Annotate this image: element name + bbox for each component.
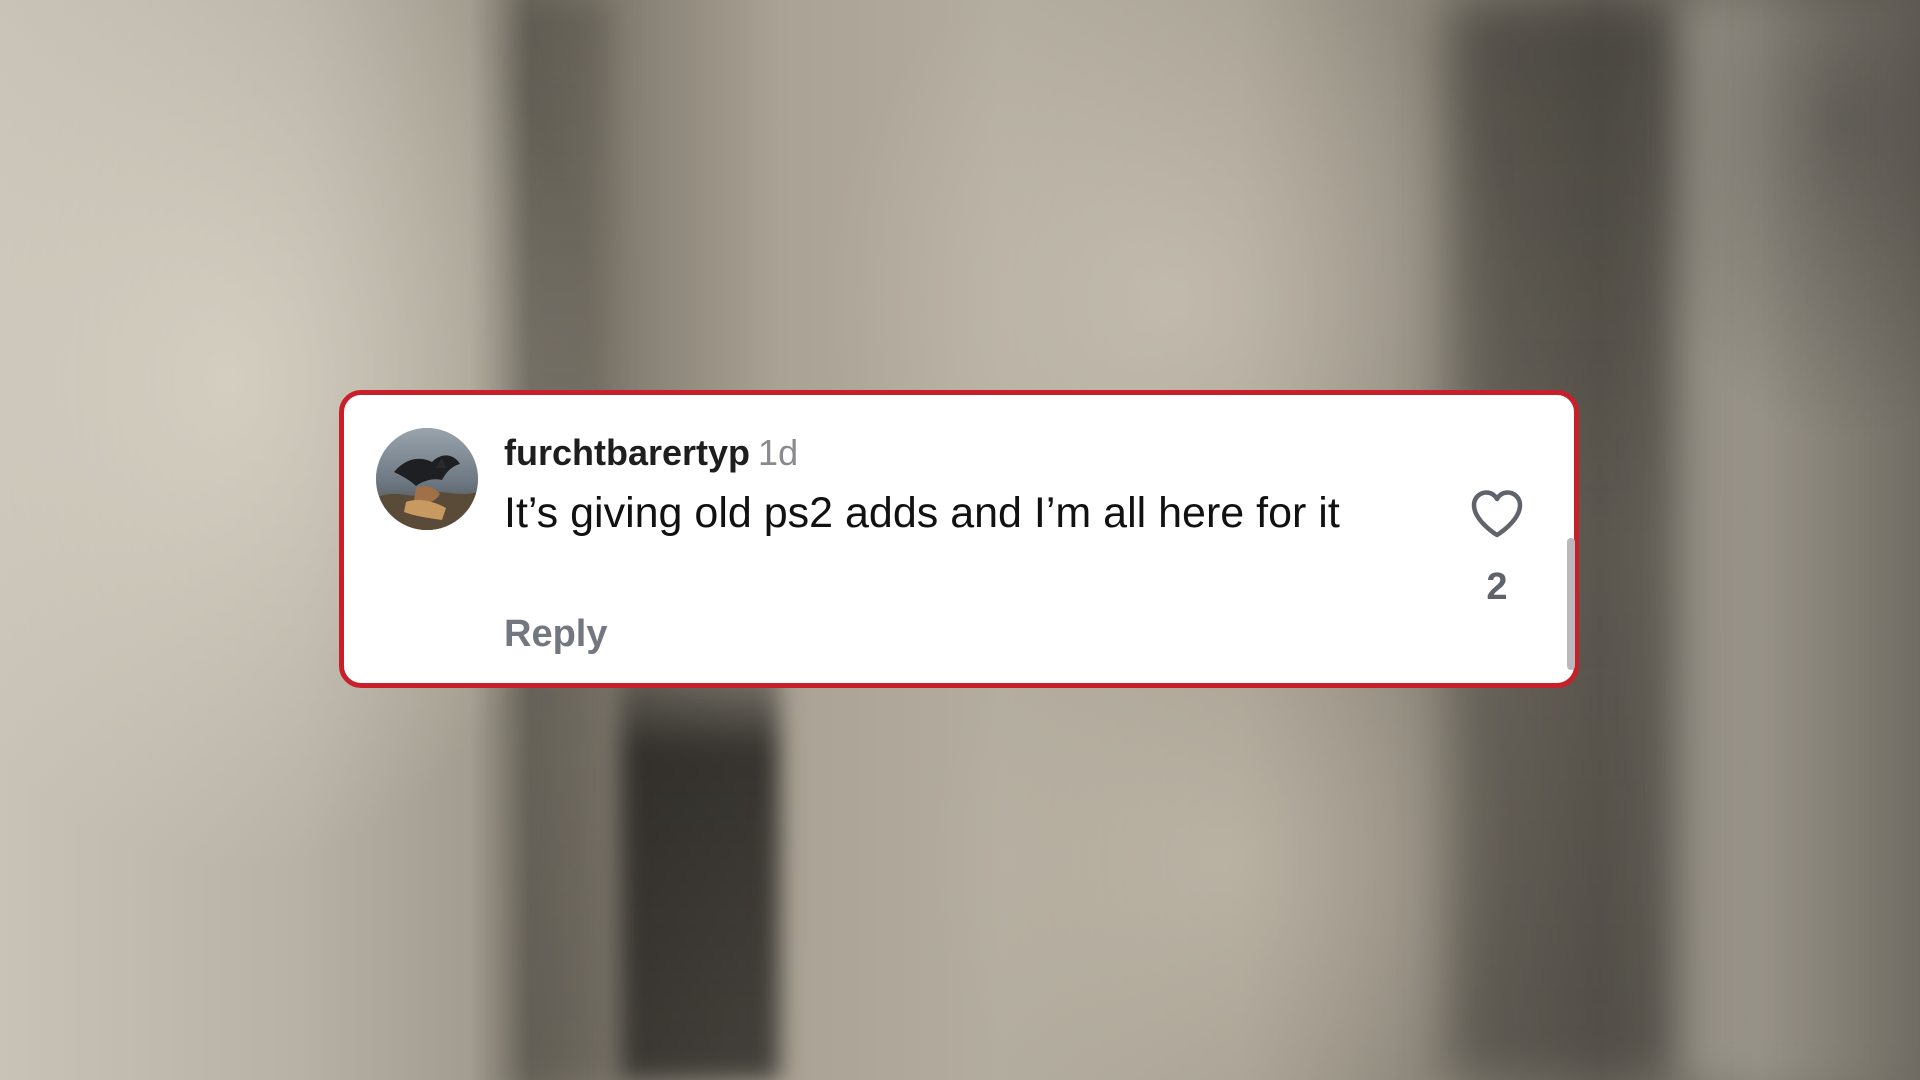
scrollbar[interactable]	[1567, 538, 1575, 670]
like-count: 2	[1486, 566, 1508, 608]
timestamp: 1d	[758, 432, 799, 473]
background-streak	[1680, 0, 1920, 1080]
comment-text: It’s giving old ps2 adds and I’m all her…	[504, 489, 1340, 537]
comment-card: furchtbarertyp 1d It’s giving old ps2 add…	[339, 390, 1579, 688]
comment-header: furchtbarertyp 1d	[504, 431, 798, 483]
username[interactable]: furchtbarertyp	[504, 432, 750, 473]
avatar[interactable]	[376, 428, 478, 530]
heart-icon[interactable]	[1470, 489, 1524, 539]
reply-button[interactable]: Reply	[504, 612, 607, 656]
avatar-image	[376, 428, 478, 530]
background-streak	[620, 640, 780, 1080]
